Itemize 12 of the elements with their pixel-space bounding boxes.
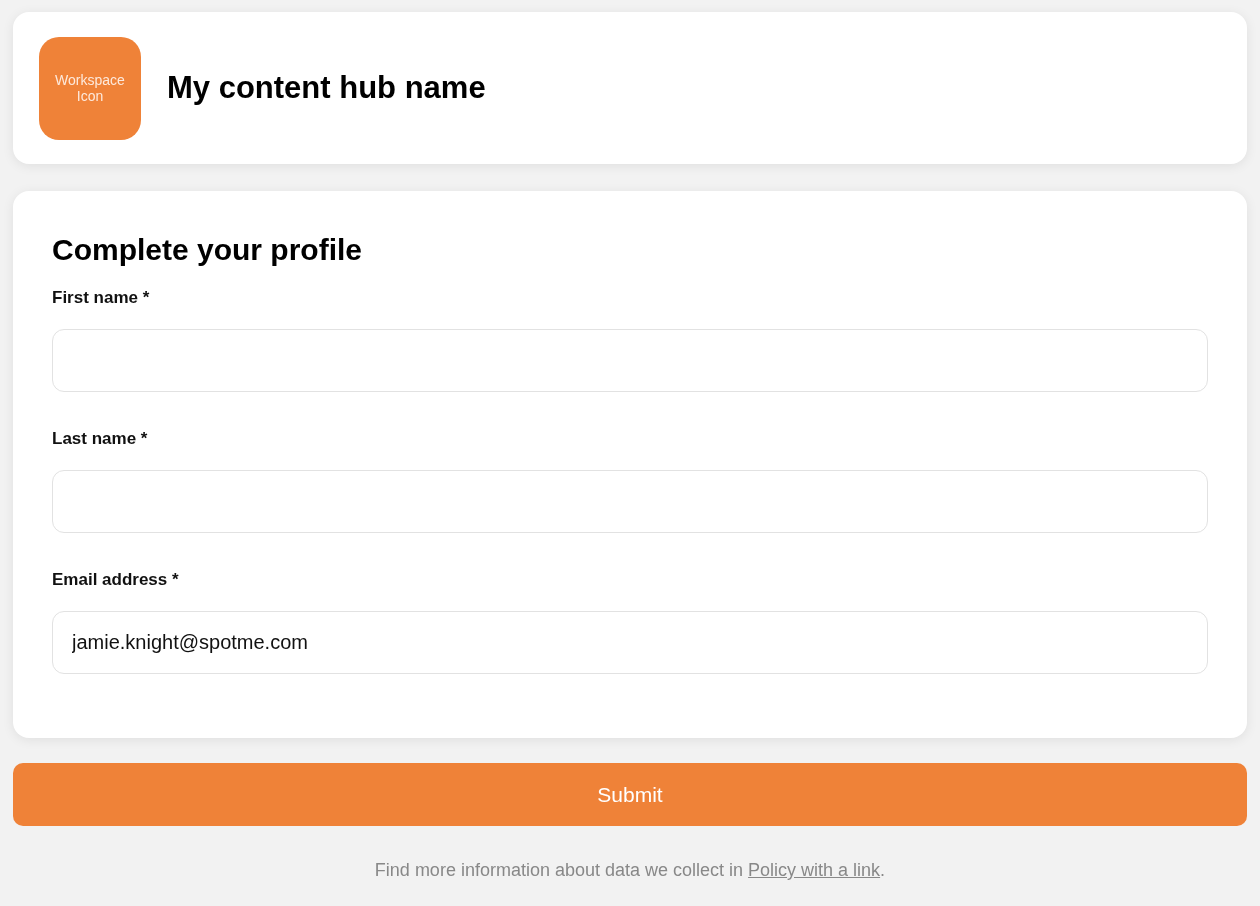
input-field[interactable]: jamie.knight@spotme.com	[52, 611, 1208, 674]
workspace-icon: Workspace Icon	[39, 36, 141, 140]
hub-name: My content hub name	[167, 70, 486, 106]
field-label: Email address *	[52, 570, 180, 590]
field-label: First name *	[52, 288, 151, 308]
submit-button[interactable]: Submit	[13, 763, 1247, 826]
field-label: Last name *	[52, 429, 149, 449]
input-field[interactable]	[52, 329, 1208, 392]
policy-link[interactable]: Policy with a link	[748, 860, 881, 880]
footer-text: Find more information about data we collect in Policy with a link.	[373, 860, 887, 881]
input-field[interactable]	[52, 470, 1208, 533]
form-title: Complete your profile	[52, 233, 364, 267]
